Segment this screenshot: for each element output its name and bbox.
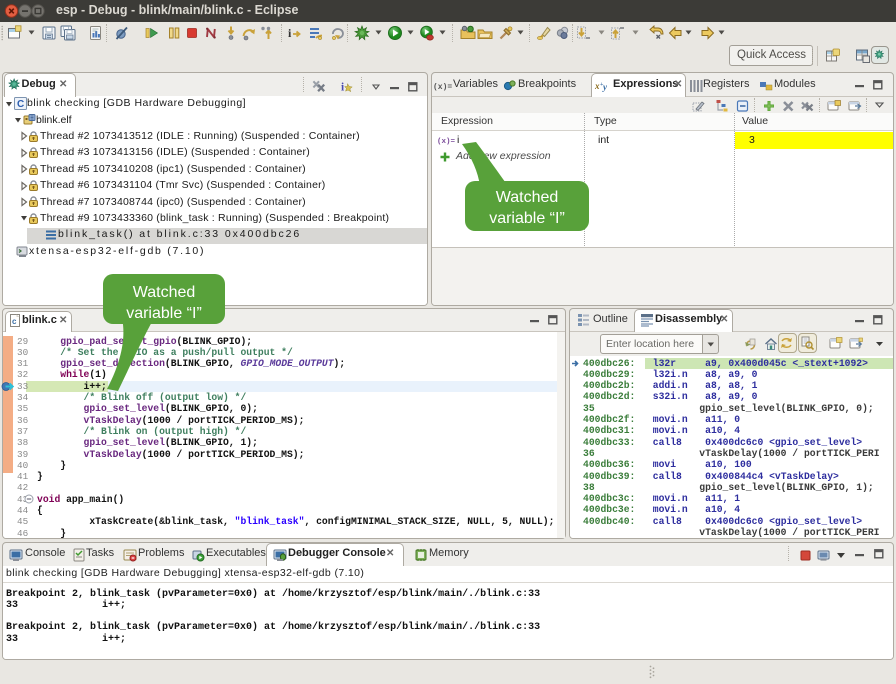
svg-text:variable “I”: variable “I” bbox=[126, 305, 202, 322]
svg-text:variable “I”: variable “I” bbox=[489, 210, 565, 227]
svg-text:Watched: Watched bbox=[133, 284, 196, 301]
svg-text:Watched: Watched bbox=[496, 189, 559, 206]
